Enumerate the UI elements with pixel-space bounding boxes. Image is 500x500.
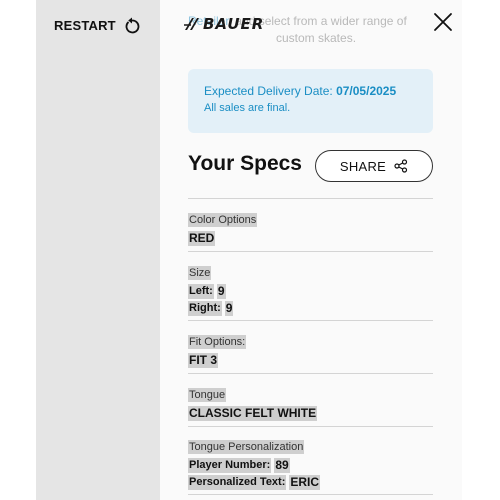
spec-personalized-text-value: ERIC (289, 475, 321, 490)
spec-color: Color Options RED (188, 210, 433, 246)
page-title: Your Specs (188, 152, 302, 175)
spec-color-value: RED (188, 231, 216, 246)
divider (188, 251, 433, 252)
logo-text: BAUER (203, 15, 265, 33)
right-gutter (462, 0, 500, 500)
spec-tongue-label: Tongue (188, 388, 227, 402)
spec-tongue: Tongue CLASSIC FELT WHITE (188, 385, 433, 421)
spec-player-number-value: 89 (274, 458, 290, 473)
restart-label: RESTART (54, 17, 116, 33)
spec-fit-label: Fit Options: (188, 335, 247, 349)
share-button[interactable]: SHARE (315, 150, 433, 182)
spec-tongue-value: CLASSIC FELT WHITE (188, 406, 318, 421)
delivery-date-line: Expected Delivery Date: 07/05/2025 (204, 83, 417, 100)
spec-fit: Fit Options: FIT 3 (188, 332, 433, 368)
spec-size-right-value: 9 (224, 301, 234, 316)
left-gutter (0, 0, 36, 500)
spec-color-label: Color Options (188, 213, 258, 227)
divider (188, 373, 433, 374)
close-button[interactable] (431, 10, 455, 34)
restart-button[interactable]: RESTART (54, 16, 140, 34)
spec-size-right-key: Right: (188, 301, 222, 316)
spec-size-left-key: Left: (188, 284, 214, 299)
side-panel (36, 0, 160, 500)
spec-size-label: Size (188, 266, 212, 280)
delivery-date: 07/05/2025 (336, 84, 397, 98)
divider (188, 426, 433, 427)
divider (188, 198, 433, 199)
sales-final-note: All sales are final. (204, 102, 291, 114)
share-icon (394, 159, 408, 173)
background-line3: custom skates. (276, 31, 357, 45)
spec-fit-value: FIT 3 (188, 353, 219, 368)
spec-tongue-personalization: Tongue Personalization Player Number: 89… (188, 437, 433, 490)
restart-icon (124, 16, 140, 34)
spec-size: Size Left: 9 Right: 9 (188, 263, 433, 316)
delivery-info-box: Expected Delivery Date: 07/05/2025 All s… (188, 69, 433, 133)
share-label: SHARE (339, 158, 387, 174)
close-icon (431, 10, 455, 34)
spec-player-number-key: Player Number: (188, 458, 272, 473)
bauer-logo: BAUER (183, 14, 264, 34)
divider (188, 494, 433, 495)
spec-personalized-text-key: Personalized Text: (188, 475, 287, 490)
divider (188, 320, 433, 321)
spec-size-left-value: 9 (216, 284, 226, 299)
bauer-logo-icon (183, 16, 201, 32)
spec-personalization-label: Tongue Personalization (188, 440, 305, 454)
delivery-prefix: Expected Delivery Date: (204, 84, 333, 98)
